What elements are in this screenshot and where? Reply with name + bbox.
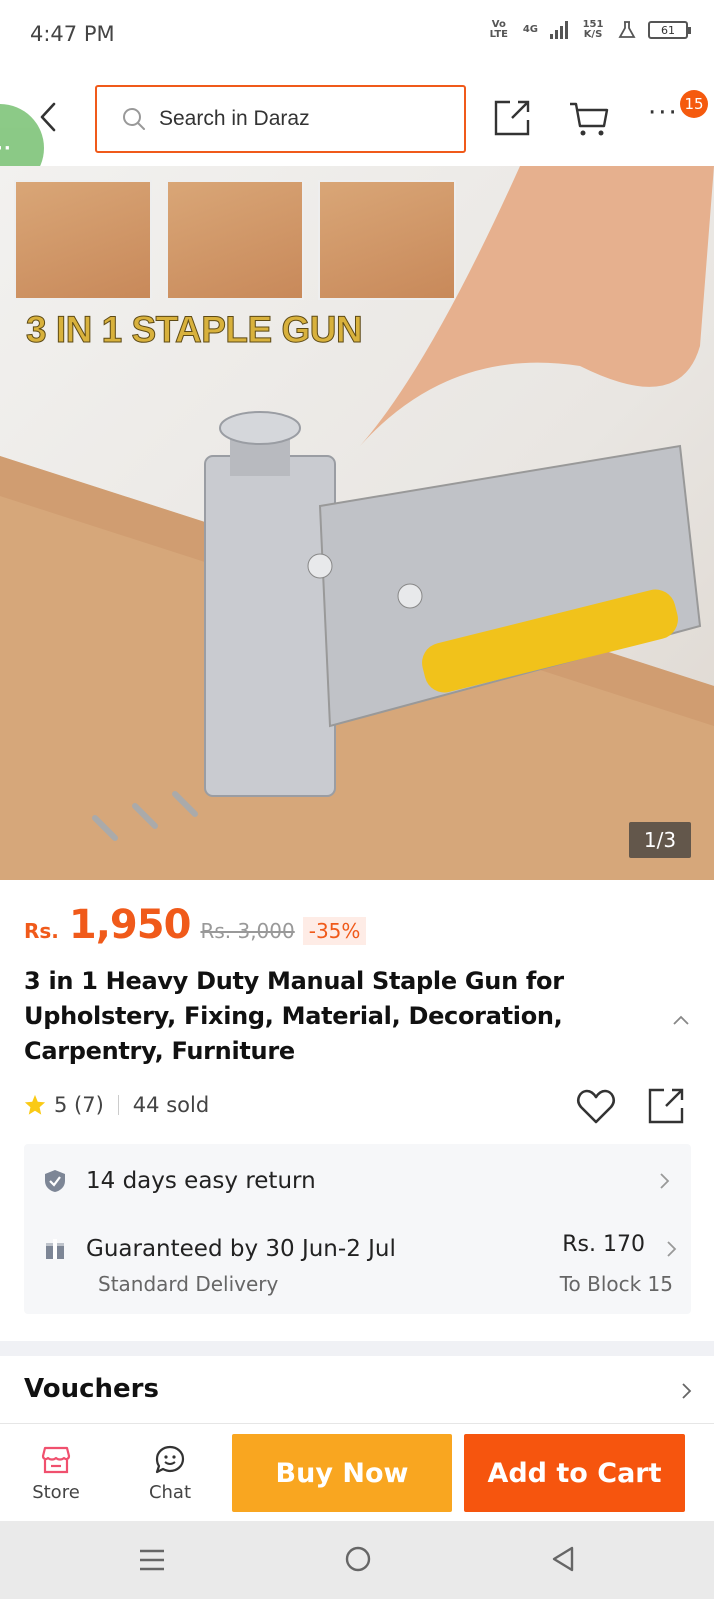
- staple-gun-illustration: [0, 166, 714, 880]
- shield-check-icon: [45, 1170, 65, 1192]
- search-icon: [123, 108, 145, 130]
- data-rate: 151 K/S: [582, 19, 604, 40]
- home-icon[interactable]: [344, 1545, 372, 1573]
- cart-icon[interactable]: [568, 98, 610, 140]
- product-info-card: Rs. 1,950 Rs. 3,000 -35% 3 in 1 Heavy Du…: [0, 880, 714, 1341]
- battery-icon: 61: [648, 21, 691, 39]
- store-button[interactable]: Store: [22, 1444, 90, 1510]
- back-triangle-icon[interactable]: [550, 1545, 576, 1573]
- network-type-label: 4G: [522, 24, 538, 35]
- status-bar: 4:47 PM Vo LTE 4G 151 K/S 61: [0, 0, 714, 70]
- delivery-price: Rs. 170: [562, 1232, 645, 1257]
- rating-value: 5 (7): [54, 1093, 104, 1117]
- current-price: 1,950: [68, 902, 192, 948]
- chevron-right-icon: [682, 1383, 692, 1399]
- search-input[interactable]: Search in Daraz: [95, 85, 466, 153]
- bottom-action-bar: Store Chat Buy Now Add to Cart: [0, 1423, 714, 1521]
- service-info-box: 14 days easy return Guaranteed by 30 Jun…: [24, 1144, 691, 1314]
- delivery-destination: To Block 15: [559, 1272, 673, 1296]
- delivery-guarantee-text: Guaranteed by 30 Jun-2 Jul: [86, 1236, 396, 1262]
- delivery-type: Standard Delivery: [98, 1272, 279, 1296]
- rating-row[interactable]: 5 (7) 44 sold: [24, 1093, 209, 1117]
- top-bar: ·· Search in Daraz ··· 15: [0, 70, 714, 192]
- buy-now-button[interactable]: Buy Now: [232, 1434, 452, 1512]
- chat-button[interactable]: Chat: [136, 1444, 204, 1510]
- return-policy-text: 14 days easy return: [86, 1168, 316, 1194]
- image-overlay-title: 3 IN 1 STAPLE GUN: [25, 309, 363, 351]
- chat-icon: [155, 1445, 185, 1474]
- chevron-right-icon[interactable]: [665, 1240, 677, 1258]
- divider: [117, 1095, 119, 1115]
- system-navigation-bar: [0, 1521, 714, 1599]
- package-icon: [46, 1239, 64, 1259]
- cart-count-badge: 15: [680, 90, 708, 118]
- chevron-right-icon: [660, 1173, 670, 1189]
- product-image-carousel[interactable]: 3 IN 1 STAPLE GUN 1/3: [0, 166, 714, 880]
- price-row: Rs. 1,950 Rs. 3,000 -35%: [24, 902, 367, 948]
- menu-icon[interactable]: [138, 1547, 166, 1573]
- volte-icon: Vo LTE: [489, 19, 509, 40]
- sold-count: 44 sold: [132, 1093, 210, 1117]
- heart-icon[interactable]: [576, 1088, 616, 1126]
- return-policy-row[interactable]: 14 days easy return: [44, 1162, 674, 1200]
- vouchers-section[interactable]: Vouchers: [0, 1356, 714, 1423]
- share-icon[interactable]: [646, 1086, 686, 1126]
- chat-label: Chat: [148, 1482, 192, 1503]
- add-to-cart-button[interactable]: Add to Cart: [464, 1434, 685, 1512]
- original-price: Rs. 3,000: [200, 919, 295, 943]
- signal-icon: [550, 21, 568, 39]
- flask-icon: [618, 21, 636, 38]
- share-icon[interactable]: [492, 98, 532, 138]
- image-page-indicator: 1/3: [629, 822, 691, 858]
- dots-icon: ··: [0, 138, 12, 159]
- discount-badge: -35%: [302, 917, 367, 945]
- star-icon: [24, 1094, 46, 1115]
- product-title: 3 in 1 Heavy Duty Manual Staple Gun for …: [24, 967, 564, 1065]
- battery-level: 61: [661, 23, 675, 37]
- status-time: 4:47 PM: [30, 22, 115, 46]
- vouchers-title: Vouchers: [24, 1374, 159, 1404]
- search-placeholder: Search in Daraz: [159, 107, 310, 130]
- store-icon: [41, 1446, 71, 1474]
- chevron-up-icon[interactable]: [672, 1014, 690, 1026]
- status-icons: Vo LTE 4G 151 K/S 61: [487, 19, 691, 40]
- price-currency: Rs.: [24, 919, 59, 943]
- store-label: Store: [32, 1482, 80, 1503]
